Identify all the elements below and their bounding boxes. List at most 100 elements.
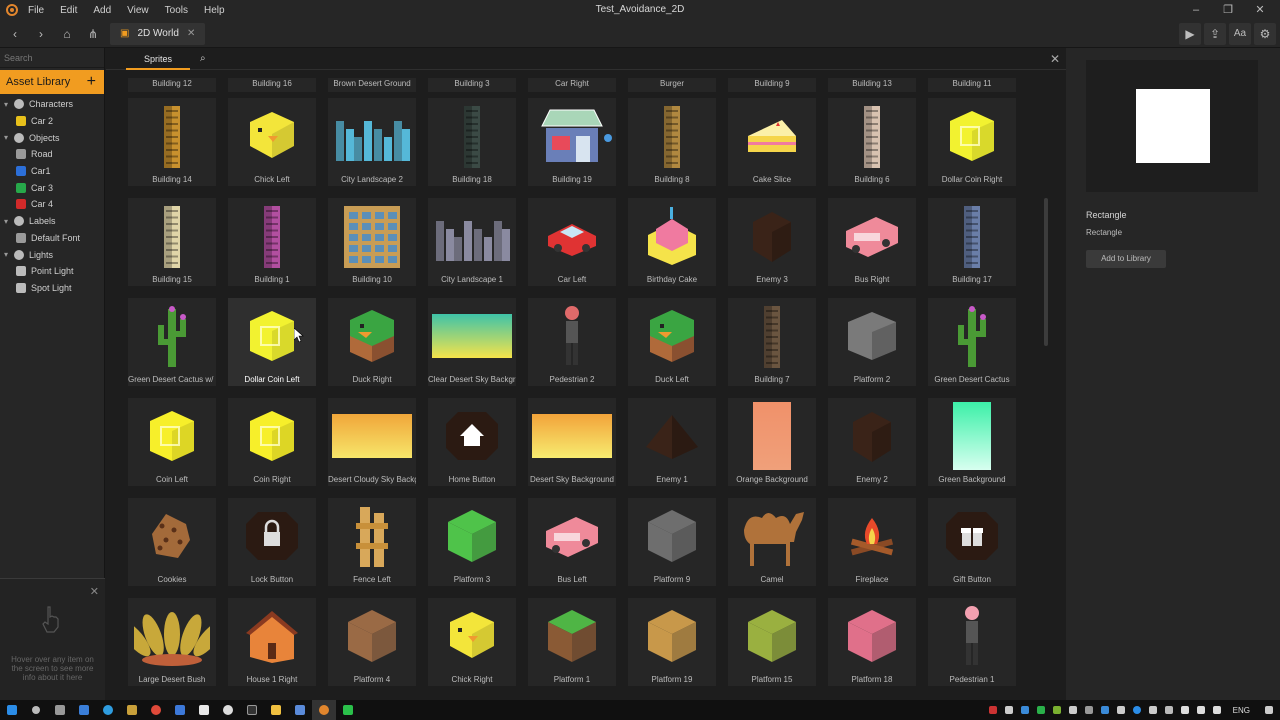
- sprite-card[interactable]: Platform 19: [628, 598, 716, 686]
- share-icon[interactable]: ⇪: [1204, 23, 1226, 45]
- sprite-card[interactable]: Duck Left: [628, 298, 716, 386]
- sprite-card[interactable]: Coin Left: [128, 398, 216, 486]
- sprite-card[interactable]: Green Desert Cactus w/ Moss: [128, 298, 216, 386]
- sprite-card[interactable]: Building 14: [128, 98, 216, 186]
- close-browser-icon[interactable]: ✕: [1050, 52, 1060, 66]
- maximize-button[interactable]: ❐: [1212, 0, 1244, 20]
- menu-help[interactable]: Help: [204, 5, 225, 16]
- menu-add[interactable]: Add: [93, 5, 111, 16]
- sprite-card[interactable]: Bus Right: [828, 198, 916, 286]
- sprite-label[interactable]: Building 13: [828, 78, 916, 92]
- sprite-card[interactable]: Car Left: [528, 198, 616, 286]
- sprite-label[interactable]: Building 11: [928, 78, 1016, 92]
- tree-item[interactable]: Car 3: [0, 179, 104, 196]
- back-arrow-icon[interactable]: ‹: [4, 23, 26, 45]
- windows-start-icon[interactable]: [0, 700, 24, 720]
- sprite-label[interactable]: Building 3: [428, 78, 516, 92]
- sprite-label[interactable]: Building 12: [128, 78, 216, 92]
- sprite-card[interactable]: Building 7: [728, 298, 816, 386]
- add-to-library-button[interactable]: Add to Library: [1086, 250, 1166, 268]
- tree-item[interactable]: Point Light: [0, 263, 104, 280]
- asset-library-header[interactable]: Asset Library +: [0, 70, 104, 94]
- sprite-card[interactable]: Chick Left: [228, 98, 316, 186]
- sprite-card[interactable]: Building 6: [828, 98, 916, 186]
- sprite-card[interactable]: House 1 Right: [228, 598, 316, 686]
- sprite-card[interactable]: City Landscape 1: [428, 198, 516, 286]
- sprite-card[interactable]: Platform 4: [328, 598, 416, 686]
- sprite-card[interactable]: Fireplace: [828, 498, 916, 586]
- tray-icon[interactable]: [1081, 700, 1097, 720]
- search-icon[interactable]: [24, 700, 48, 720]
- sprite-card[interactable]: Orange Background: [728, 398, 816, 486]
- sprite-card[interactable]: Desert Cloudy Sky Background: [328, 398, 416, 486]
- sprite-card[interactable]: Birthday Cake: [628, 198, 716, 286]
- wifi-icon[interactable]: [1177, 700, 1193, 720]
- sprite-card[interactable]: Enemy 2: [828, 398, 916, 486]
- tree-item[interactable]: ▾ Objects: [0, 129, 104, 146]
- play-icon[interactable]: ▶: [1179, 23, 1201, 45]
- sprite-card[interactable]: Platform 18: [828, 598, 916, 686]
- sprite-card[interactable]: Platform 3: [428, 498, 516, 586]
- expand-arrow-icon[interactable]: ▾: [4, 133, 12, 142]
- sprite-card[interactable]: Building 18: [428, 98, 516, 186]
- green-app-icon[interactable]: [336, 700, 360, 720]
- sprite-card[interactable]: Enemy 1: [628, 398, 716, 486]
- tray-icon[interactable]: [1033, 700, 1049, 720]
- tray-icon[interactable]: [1113, 700, 1129, 720]
- tree-item[interactable]: Spot Light: [0, 280, 104, 297]
- expand-arrow-icon[interactable]: ▾: [4, 217, 12, 226]
- chrome-icon[interactable]: [144, 700, 168, 720]
- tree-item[interactable]: Car 4: [0, 196, 104, 213]
- sprite-card[interactable]: Pedestrian 1: [928, 598, 1016, 686]
- sprite-card[interactable]: Coin Right: [228, 398, 316, 486]
- sprite-card[interactable]: Gift Button: [928, 498, 1016, 586]
- sprite-card[interactable]: Building 10: [328, 198, 416, 286]
- app-icon[interactable]: [192, 700, 216, 720]
- notification-icon[interactable]: [1258, 700, 1280, 720]
- sprite-card[interactable]: Platform 1: [528, 598, 616, 686]
- search-icon[interactable]: ⌕: [200, 53, 206, 64]
- sprite-card[interactable]: Cookies: [128, 498, 216, 586]
- sprite-card[interactable]: Bus Left: [528, 498, 616, 586]
- sprite-label[interactable]: Building 9: [728, 78, 816, 92]
- tray-icon[interactable]: [1065, 700, 1081, 720]
- calendar-icon[interactable]: [168, 700, 192, 720]
- scrollbar[interactable]: [1044, 198, 1048, 346]
- close-info-icon[interactable]: ✕: [90, 585, 99, 598]
- pictures-icon[interactable]: [288, 700, 312, 720]
- sprite-card[interactable]: Pedestrian 2: [528, 298, 616, 386]
- sprite-label[interactable]: Building 16: [228, 78, 316, 92]
- tree-item[interactable]: ▾ Labels: [0, 213, 104, 230]
- sprite-card[interactable]: Green Desert Cactus: [928, 298, 1016, 386]
- tree-item[interactable]: Car1: [0, 163, 104, 180]
- sprite-card[interactable]: Enemy 3: [728, 198, 816, 286]
- menu-edit[interactable]: Edit: [60, 5, 77, 16]
- sprite-card[interactable]: Building 17: [928, 198, 1016, 286]
- sprite-card[interactable]: Dollar Coin Left: [228, 298, 316, 386]
- sprite-card[interactable]: Fence Left: [328, 498, 416, 586]
- sprite-card[interactable]: Platform 15: [728, 598, 816, 686]
- sprite-card[interactable]: Desert Sky Background: [528, 398, 616, 486]
- tab-2d-world[interactable]: ▣ 2D World ✕: [110, 22, 206, 45]
- sprite-card[interactable]: Green Background: [928, 398, 1016, 486]
- tree-item[interactable]: ▾ Characters: [0, 96, 104, 113]
- sprite-card[interactable]: City Landscape 2: [328, 98, 416, 186]
- sprite-card[interactable]: Chick Right: [428, 598, 516, 686]
- tray-icon[interactable]: [1017, 700, 1033, 720]
- sprite-card[interactable]: Cake Slice: [728, 98, 816, 186]
- sprite-card[interactable]: Home Button: [428, 398, 516, 486]
- app2-icon[interactable]: [216, 700, 240, 720]
- minimize-button[interactable]: –: [1180, 0, 1212, 20]
- tray-icon[interactable]: [1129, 700, 1145, 720]
- volume-icon[interactable]: [1193, 700, 1209, 720]
- sprite-label[interactable]: Brown Desert Ground: [328, 78, 416, 92]
- engine-icon[interactable]: [312, 700, 336, 720]
- close-tab-icon[interactable]: ✕: [187, 28, 195, 39]
- sprite-card[interactable]: Building 19: [528, 98, 616, 186]
- tree-item[interactable]: Road: [0, 146, 104, 163]
- sprite-card[interactable]: Building 15: [128, 198, 216, 286]
- sprite-card[interactable]: Lock Button: [228, 498, 316, 586]
- explorer-icon[interactable]: [264, 700, 288, 720]
- tree-item[interactable]: Car 2: [0, 113, 104, 130]
- terminal-icon[interactable]: [240, 700, 264, 720]
